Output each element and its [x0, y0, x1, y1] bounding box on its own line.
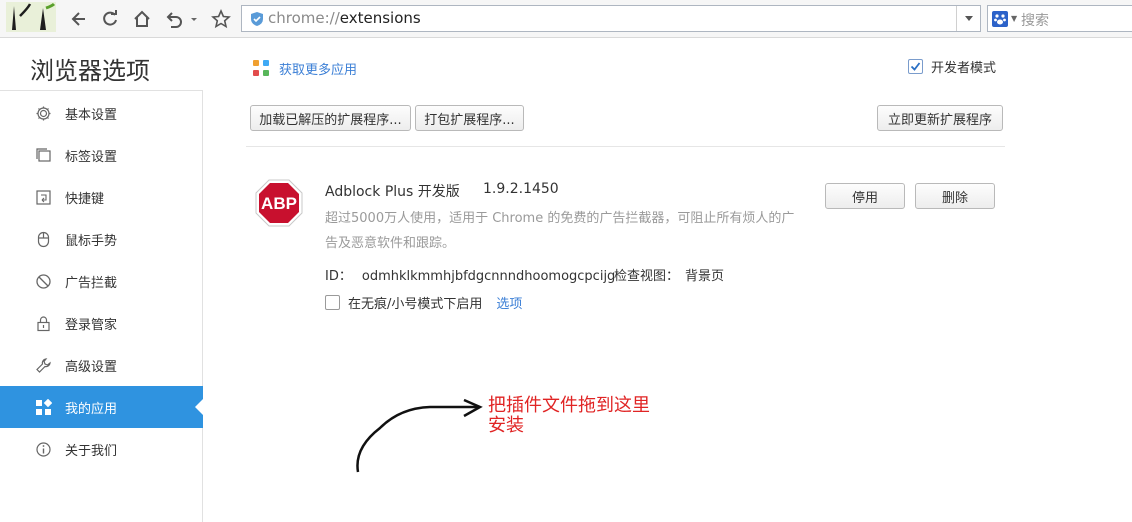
developer-mode-checkbox[interactable] — [908, 59, 923, 74]
extension-version: 1.9.2.1450 — [483, 181, 559, 197]
remove-button[interactable]: 删除 — [915, 183, 995, 209]
annotation-line-1: 把插件文件拖到这里 — [488, 395, 650, 416]
background-page-link[interactable]: 背景页 — [685, 269, 724, 284]
sidebar-item-label: 登录管家 — [65, 317, 118, 333]
sidebar: 基本设置 标签设置 快捷键 鼠标手势 广告拦截 登录管家 高级设置 我的应用 关… — [0, 90, 203, 522]
home-button[interactable] — [131, 8, 153, 30]
colorful-apps-icon — [253, 60, 269, 76]
back-button[interactable] — [68, 8, 90, 30]
star-icon — [211, 9, 231, 29]
lock-icon — [35, 315, 52, 332]
sidebar-item-label: 标签设置 — [65, 149, 118, 165]
wrench-icon — [35, 357, 52, 374]
url-scheme: chrome:// — [268, 9, 340, 27]
sidebar-item-about-us[interactable]: 关于我们 — [0, 428, 203, 470]
undo-dropdown-button[interactable] — [188, 8, 200, 30]
extension-name: Adblock Plus 开发版 — [325, 184, 460, 200]
reload-icon — [103, 10, 117, 26]
gear-icon — [35, 105, 52, 122]
search-placeholder: 搜索 — [1021, 13, 1049, 29]
extension-id: ID： odmhklkmmhjbfdgcnnndhoomogcpcijg — [325, 265, 615, 284]
sidebar-item-basic-settings[interactable]: 基本设置 — [0, 92, 203, 134]
sidebar-item-label: 鼠标手势 — [65, 233, 118, 249]
keyboard-icon — [35, 189, 52, 206]
incognito-toggle[interactable]: 在无痕/小号模式下启用 选项 — [325, 293, 522, 312]
bookmark-button[interactable] — [210, 8, 232, 30]
undo-close-tab-button[interactable] — [163, 8, 185, 30]
abp-icon-text: ABP — [261, 194, 297, 213]
sidebar-item-label: 快捷键 — [65, 191, 105, 207]
address-dropdown-button[interactable] — [956, 6, 980, 31]
disable-button[interactable]: 停用 — [825, 183, 905, 209]
developer-mode-label: 开发者模式 — [931, 61, 997, 76]
inspect-views-label: 检查视图： — [614, 269, 680, 284]
block-icon — [35, 273, 52, 290]
info-icon — [35, 441, 52, 458]
caret-down-icon — [191, 18, 197, 21]
engine-caret-icon[interactable]: ▼ — [1011, 14, 1017, 23]
search-box[interactable]: ▼ 搜索 — [987, 5, 1132, 32]
sidebar-item-advanced-settings[interactable]: 高级设置 — [0, 344, 203, 386]
extension-id-value: odmhklkmmhjbfdgcnnndhoomogcpcijg — [361, 269, 616, 284]
annotation-text: 把插件文件拖到这里 安装 — [488, 396, 678, 436]
sidebar-item-label: 关于我们 — [65, 443, 118, 459]
sidebar-item-label: 我的应用 — [65, 401, 118, 417]
address-url: chrome://extensions — [268, 9, 421, 27]
more-apps-label: 获取更多应用 — [279, 63, 358, 78]
update-extensions-button[interactable]: 立即更新扩展程序 — [877, 105, 1003, 131]
adblock-plus-icon: ABP — [255, 179, 303, 227]
sidebar-item-mouse-gestures[interactable]: 鼠标手势 — [0, 218, 203, 260]
sidebar-item-label: 基本设置 — [65, 107, 118, 123]
reload-button[interactable] — [99, 8, 121, 30]
home-icon — [134, 10, 150, 27]
undo-icon — [166, 12, 182, 28]
inspect-views: 检查视图： 背景页 — [614, 265, 724, 284]
more-apps-link[interactable]: 获取更多应用 — [253, 59, 357, 78]
secure-shield-icon — [251, 12, 263, 26]
back-arrow-icon — [71, 12, 85, 26]
browser-logo-icon[interactable] — [6, 2, 56, 32]
incognito-checkbox[interactable] — [325, 295, 340, 310]
extension-description: 超过5000万人使用，适用于 Chrome 的免费的广告拦截器，可阻止所有烦人的… — [325, 211, 795, 251]
drag-here-arrow-icon — [356, 398, 483, 473]
sidebar-item-shortcuts[interactable]: 快捷键 — [0, 176, 203, 218]
caret-down-icon — [964, 15, 973, 21]
divider — [246, 146, 1005, 147]
page-title: 浏览器选项 — [30, 57, 150, 85]
tabs-icon — [35, 147, 52, 164]
sidebar-item-login-manager[interactable]: 登录管家 — [0, 302, 203, 344]
load-unpacked-button[interactable]: 加载已解压的扩展程序... — [250, 105, 411, 131]
sidebar-item-my-apps[interactable]: 我的应用 — [0, 386, 203, 428]
mouse-icon — [35, 231, 52, 248]
address-bar[interactable]: chrome://extensions — [241, 5, 981, 32]
sidebar-item-label: 高级设置 — [65, 359, 118, 375]
browser-toolbar: chrome://extensions ▼ 搜索 — [0, 0, 1132, 38]
annotation-line-2: 安装 — [488, 415, 524, 436]
incognito-label: 在无痕/小号模式下启用 — [348, 297, 483, 312]
apps-icon — [35, 398, 52, 416]
sidebar-item-label: 广告拦截 — [65, 275, 118, 291]
sidebar-item-ad-blocking[interactable]: 广告拦截 — [0, 260, 203, 302]
checkmark-icon — [910, 62, 921, 71]
developer-mode-toggle[interactable]: 开发者模式 — [908, 57, 996, 76]
extension-id-label: ID： — [325, 269, 352, 284]
pack-extension-button[interactable]: 打包扩展程序... — [415, 105, 524, 131]
options-link[interactable]: 选项 — [496, 293, 522, 312]
url-path: extensions — [339, 9, 421, 27]
baidu-paw-icon[interactable] — [992, 11, 1008, 27]
sidebar-item-tab-settings[interactable]: 标签设置 — [0, 134, 203, 176]
